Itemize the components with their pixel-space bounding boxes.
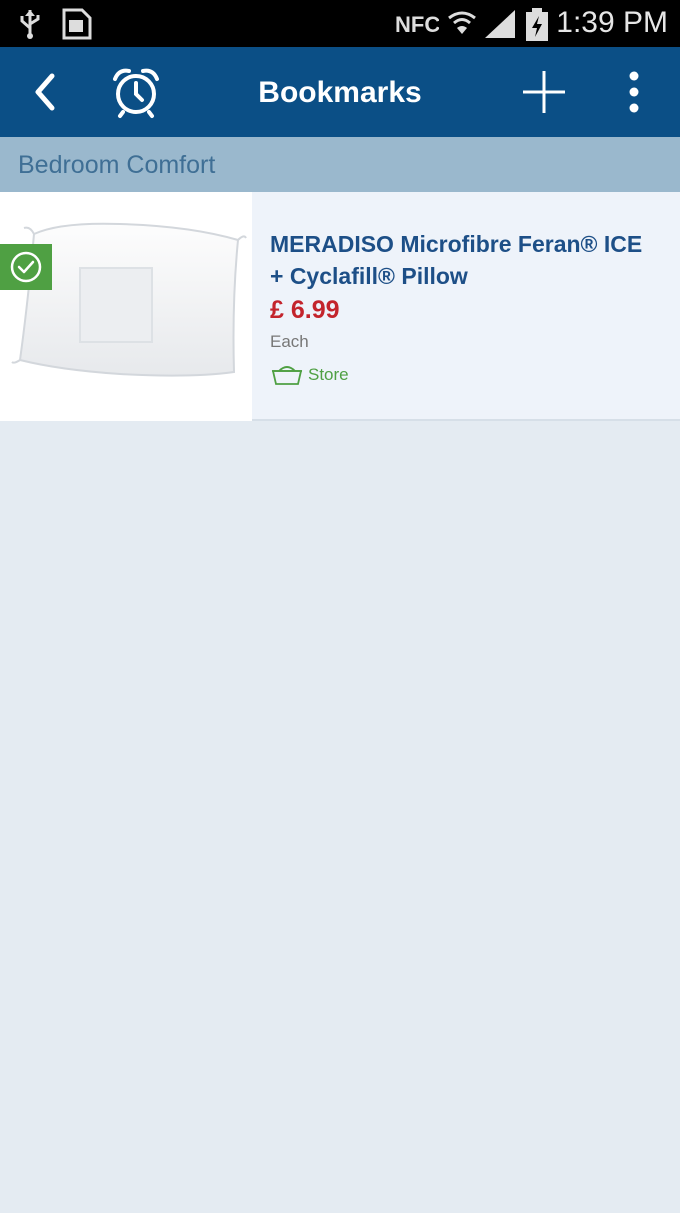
list-item[interactable]: MERADISO Microfibre Feran® ICE + Cyclafi… (0, 192, 680, 421)
product-unit: Each (270, 332, 309, 351)
product-title: MERADISO Microfibre Feran® ICE + Cyclafi… (270, 231, 643, 289)
signal-icon (485, 10, 515, 38)
availability-store: Store (270, 364, 349, 386)
image-icon (62, 8, 92, 40)
alarm-button[interactable] (104, 47, 168, 137)
store-basket-icon (271, 366, 303, 385)
availability-label: Store (308, 365, 349, 384)
page-title: Bookmarks (258, 76, 422, 109)
svg-text:NFC: NFC (395, 12, 439, 37)
check-circle-icon (10, 251, 42, 283)
back-button[interactable] (20, 47, 70, 137)
bookmark-check-toggle[interactable] (0, 244, 52, 290)
status-time: 1:39 PM (556, 6, 668, 39)
status-bar: NFC 1:39 PM (0, 0, 680, 47)
back-arrow-icon (35, 73, 55, 111)
battery-icon (526, 8, 548, 41)
section-header: Bedroom Comfort (0, 137, 680, 192)
overflow-menu-button[interactable] (612, 47, 656, 137)
product-price: £ 6.99 (270, 296, 340, 324)
plus-icon (523, 71, 565, 113)
section-title: Bedroom Comfort (18, 151, 216, 179)
overflow-menu-icon (629, 71, 639, 113)
usb-icon (20, 10, 40, 39)
add-button[interactable] (514, 47, 574, 137)
product-image (0, 192, 252, 421)
alarm-clock-icon (113, 68, 159, 118)
app-bar: Bookmarks (0, 47, 680, 137)
pillow-image (11, 222, 247, 377)
wifi-icon (448, 11, 476, 34)
nfc-icon: NFC (395, 12, 439, 37)
